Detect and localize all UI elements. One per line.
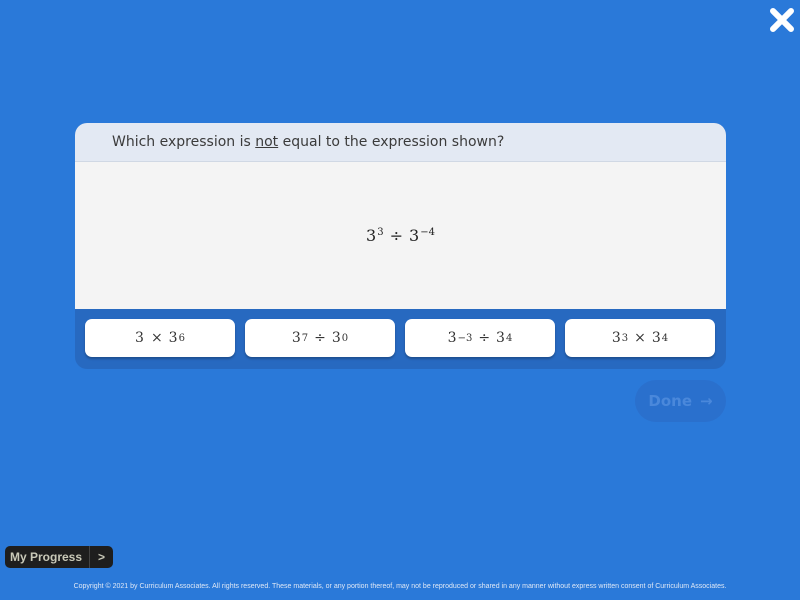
exponent: 0 (341, 332, 349, 344)
stem-math: 33 ÷ 3−4 (366, 226, 435, 245)
chevron-right-icon: > (98, 550, 106, 564)
close-button[interactable] (768, 7, 796, 33)
base: 3 (409, 226, 420, 245)
base: 3 (135, 330, 144, 346)
expression-stem: 33 ÷ 3−4 (75, 162, 726, 309)
base: 3 (496, 330, 505, 346)
base: 3 (331, 330, 341, 346)
base: 3 (447, 330, 457, 346)
exponent: 4 (505, 332, 513, 344)
base: 3 (168, 330, 178, 346)
exponent: 6 (178, 332, 185, 344)
choice-1[interactable]: 3 × 3 6 (85, 319, 235, 357)
exponent: 3 (621, 332, 629, 344)
exponent: −3 (457, 332, 473, 344)
operator: × (634, 330, 646, 346)
operator: ÷ (389, 226, 404, 245)
done-button[interactable]: Done → (635, 380, 726, 422)
choice-4[interactable]: 3 3 × 3 4 (565, 319, 715, 357)
exponent: −4 (420, 227, 435, 238)
operator: ÷ (314, 330, 326, 346)
prompt-text: Which expression is (112, 134, 256, 150)
prompt-emphasis: not (255, 134, 279, 150)
answer-choices: 3 × 3 6 3 7 ÷ 3 0 3 −3 ÷ 3 4 3 3 × 3 4 (75, 309, 726, 357)
my-progress-label: My Progress (5, 546, 91, 568)
operator: × (150, 330, 163, 346)
operator: ÷ (478, 330, 491, 346)
base: 3 (291, 330, 301, 346)
done-label: Done (648, 392, 693, 410)
base: 3 (651, 330, 661, 346)
exponent: 3 (377, 227, 384, 238)
choice-3[interactable]: 3 −3 ÷ 3 4 (405, 319, 555, 357)
close-icon (770, 8, 794, 32)
choice-2[interactable]: 3 7 ÷ 3 0 (245, 319, 395, 357)
arrow-right-icon: → (700, 392, 713, 410)
question-prompt: Which expression is not equal to the exp… (75, 123, 726, 162)
base: 3 (611, 330, 621, 346)
question-card: Which expression is not equal to the exp… (75, 123, 726, 369)
exponent: 4 (661, 332, 669, 344)
my-progress-button[interactable]: My Progress > (5, 546, 114, 568)
base: 3 (366, 226, 377, 245)
prompt-text-end: equal to the expression shown? (278, 134, 505, 150)
copyright-footer: Copyright © 2021 by Curriculum Associate… (73, 583, 727, 590)
exponent: 7 (301, 332, 309, 344)
